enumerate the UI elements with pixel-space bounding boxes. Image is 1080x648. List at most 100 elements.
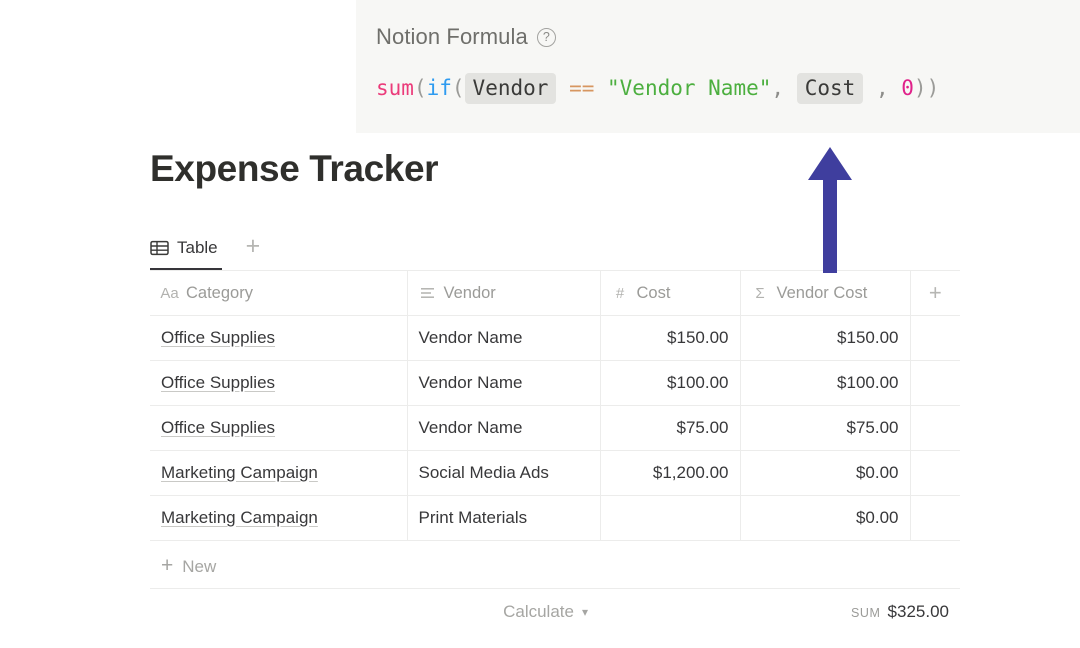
cell-vendor-cost-value: $100.00 [741, 361, 910, 405]
formula-expression[interactable]: sum(if(Vendor == "Vendor Name", Cost , 0… [376, 78, 1080, 99]
table-row[interactable]: Office SuppliesVendor Name$100.00$100.00 [150, 361, 960, 406]
sum-label: SUM [851, 606, 881, 620]
text-lines-icon [419, 287, 436, 299]
formula-token-paren: ) [914, 76, 927, 100]
formula-token-op: == [569, 76, 594, 100]
cell-vendor[interactable]: Vendor Name [407, 361, 600, 406]
table-header: Aa Category Vendor [150, 271, 960, 316]
cell-vendor-cost[interactable]: $150.00 [740, 316, 910, 361]
cell-cost-value: $100.00 [601, 361, 740, 405]
cell-category-value: Office Supplies [150, 406, 407, 450]
cell-vendor-cost[interactable]: $0.00 [740, 451, 910, 496]
cell-vendor[interactable]: Vendor Name [407, 316, 600, 361]
formula-token-chip: Vendor [465, 73, 557, 104]
cell-cost-value: $150.00 [601, 316, 740, 360]
table-row[interactable]: Marketing Campaign Print Materials $0.00 [150, 496, 960, 541]
column-header-vendor-cost[interactable]: Σ Vendor Cost [740, 271, 910, 316]
cell-vendor-cost-value: $0.00 [741, 496, 910, 540]
table-footer: Calculate ▾ SUM $325.00 [150, 589, 960, 634]
table-row[interactable]: Marketing Campaign Social Media Ads$1,200… [150, 451, 960, 496]
formula-token-paren: ) [927, 76, 940, 100]
formula-token-paren: ( [452, 76, 465, 100]
cell-spacer [910, 316, 960, 361]
annotation-arrow-up-icon [806, 145, 854, 277]
table-row[interactable]: Office SuppliesVendor Name$75.00$75.00 [150, 406, 960, 451]
formula-token-paren: ( [414, 76, 427, 100]
cell-vendor-value: Vendor Name [408, 406, 600, 450]
new-row-label: New [182, 557, 216, 577]
cell-category-value: Office Supplies [150, 316, 407, 360]
formula-sigma-icon: Σ [752, 285, 769, 302]
view-tab-bar: Table + [150, 228, 260, 268]
table-body: Office SuppliesVendor Name$150.00$150.00… [150, 316, 960, 541]
row-title: Office Supplies [161, 328, 275, 348]
column-header-category-label: Category [186, 284, 253, 303]
add-column-label: + [911, 271, 961, 315]
formula-token-chip: Cost [797, 73, 864, 104]
column-header-category[interactable]: Aa Category [150, 271, 407, 316]
cell-cost[interactable]: $1,200.00 [600, 451, 740, 496]
row-title: Marketing Campaign [161, 463, 318, 483]
formula-token-comma: , [771, 76, 784, 100]
cell-vendor[interactable]: Print Materials [407, 496, 600, 541]
new-row-button[interactable]: + New [150, 545, 960, 589]
cell-cost[interactable]: $100.00 [600, 361, 740, 406]
table-row[interactable]: Office SuppliesVendor Name$150.00$150.00 [150, 316, 960, 361]
cell-spacer [910, 361, 960, 406]
column-header-cost-label: Cost [637, 284, 671, 303]
sum-value: $325.00 [888, 602, 949, 622]
cell-category[interactable]: Office Supplies [150, 361, 407, 406]
notion-formula-panel: Notion Formula ? sum(if(Vendor == "Vendo… [356, 0, 1080, 133]
formula-token-comma: , [876, 76, 889, 100]
cell-cost[interactable] [600, 496, 740, 541]
number-hash-icon: # [612, 285, 629, 302]
cell-vendor-cost[interactable]: $0.00 [740, 496, 910, 541]
cell-category[interactable]: Office Supplies [150, 316, 407, 361]
cell-vendor-cost-value: $75.00 [741, 406, 910, 450]
cell-spacer [910, 496, 960, 541]
column-header-vendor-label: Vendor [444, 284, 496, 303]
cell-category[interactable]: Marketing Campaign [150, 451, 407, 496]
row-title: Office Supplies [161, 373, 275, 393]
cell-category-value: Marketing Campaign [150, 451, 407, 495]
cell-category-value: Office Supplies [150, 361, 407, 405]
vendor-cost-sum[interactable]: SUM $325.00 [600, 602, 960, 622]
row-title: Office Supplies [161, 418, 275, 438]
page-title: Expense Tracker [150, 148, 438, 190]
cell-vendor-cost-value: $0.00 [741, 451, 910, 495]
cell-vendor-value: Print Materials [408, 496, 600, 540]
cell-vendor-value: Vendor Name [408, 316, 600, 360]
expense-table: Aa Category Vendor [150, 270, 960, 541]
cell-category[interactable]: Office Supplies [150, 406, 407, 451]
cell-vendor-value: Social Media Ads [408, 451, 600, 495]
cell-cost-value [601, 496, 740, 540]
tab-table-label: Table [177, 238, 218, 258]
cell-category[interactable]: Marketing Campaign [150, 496, 407, 541]
cell-vendor[interactable]: Vendor Name [407, 406, 600, 451]
cell-vendor-cost-value: $150.00 [741, 316, 910, 360]
column-header-vendor[interactable]: Vendor [407, 271, 600, 316]
cell-cost[interactable]: $150.00 [600, 316, 740, 361]
cell-vendor[interactable]: Social Media Ads [407, 451, 600, 496]
table-header-row: Aa Category Vendor [150, 271, 960, 316]
question-circle-icon[interactable]: ? [537, 28, 556, 47]
row-title: Marketing Campaign [161, 508, 318, 528]
plus-icon: + [161, 555, 173, 579]
add-column-button[interactable]: + [910, 271, 960, 316]
calculate-button[interactable]: Calculate ▾ [150, 602, 600, 622]
column-header-vendor-cost-label: Vendor Cost [777, 284, 868, 303]
table-grid-icon [150, 240, 169, 256]
cell-vendor-cost[interactable]: $100.00 [740, 361, 910, 406]
tab-table[interactable]: Table [150, 228, 222, 268]
cell-spacer [910, 406, 960, 451]
formula-token-kw: if [427, 76, 452, 100]
calculate-label: Calculate [503, 602, 574, 622]
chevron-down-icon: ▾ [582, 605, 588, 619]
column-header-cost[interactable]: # Cost [600, 271, 740, 316]
cell-cost[interactable]: $75.00 [600, 406, 740, 451]
add-view-button[interactable]: + [246, 234, 261, 263]
formula-panel-label: Notion Formula [376, 24, 528, 50]
cell-cost-value: $75.00 [601, 406, 740, 450]
cell-vendor-cost[interactable]: $75.00 [740, 406, 910, 451]
cell-spacer [910, 451, 960, 496]
